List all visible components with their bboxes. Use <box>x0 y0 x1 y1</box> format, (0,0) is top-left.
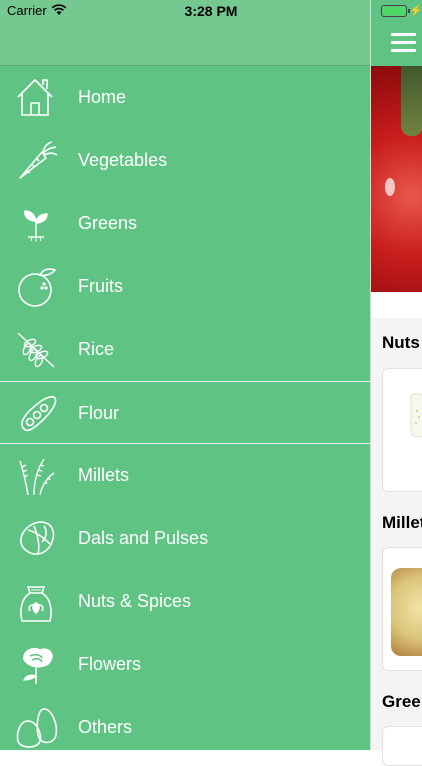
drawer-menu: Home Vegetables Greens Fruits Rice Flour… <box>0 66 370 759</box>
section-title: Millet <box>382 513 422 532</box>
millet-stalk-icon <box>14 453 60 499</box>
spice-sack-icon <box>14 579 60 625</box>
flour-product-image <box>410 393 422 438</box>
main-content: Nuts Millet Gree <box>370 0 422 766</box>
rose-icon <box>14 642 60 688</box>
hamburger-menu-icon[interactable] <box>391 33 416 53</box>
product-card[interactable] <box>382 547 422 671</box>
millet-product-image <box>391 568 422 656</box>
sprout-icon <box>14 201 60 247</box>
battery-icon <box>381 5 410 17</box>
section-title: Nuts <box>382 333 420 352</box>
status-time: 3:28 PM <box>184 3 238 19</box>
menu-item-label: Rice <box>78 339 115 359</box>
menu-item-flour[interactable]: Flour <box>0 381 370 444</box>
menu-item-label: Flour <box>78 403 120 423</box>
banner-image[interactable] <box>371 66 422 292</box>
menu-item-flowers[interactable]: Flowers <box>0 633 370 696</box>
menu-item-label: Others <box>78 717 133 737</box>
home-icon <box>14 75 60 121</box>
menu-item-fruits[interactable]: Fruits <box>0 255 370 318</box>
menu-item-label: Vegetables <box>78 150 168 170</box>
carrot-icon <box>14 138 60 184</box>
orange-icon <box>14 264 60 310</box>
menu-item-label: Dals and Pulses <box>78 528 209 548</box>
charging-icon: ⚡ <box>409 5 422 17</box>
menu-item-label: Fruits <box>78 276 123 296</box>
menu-item-label: Millets <box>78 465 130 485</box>
rice-grain-icon <box>14 327 60 373</box>
status-bar: Carrier 3:28 PM ⚡ <box>0 0 422 22</box>
menu-item-label: Greens <box>78 213 138 233</box>
menu-item-greens[interactable]: Greens <box>0 192 370 255</box>
menu-item-vegetables[interactable]: Vegetables <box>0 129 370 192</box>
product-card[interactable] <box>382 368 422 492</box>
pea-pod-icon <box>14 391 60 437</box>
menu-item-label: Home <box>78 87 127 107</box>
product-card[interactable] <box>382 726 422 766</box>
hazelnut-icon <box>14 516 60 562</box>
banner-footer <box>371 292 422 318</box>
menu-item-dals-and-pulses[interactable]: Dals and Pulses <box>0 507 370 570</box>
side-drawer: Home Vegetables Greens Fruits Rice Flour… <box>0 0 370 750</box>
menu-item-label: Flowers <box>78 654 142 674</box>
menu-item-label: Nuts & Spices <box>78 591 192 611</box>
eggs-icon <box>14 705 60 751</box>
menu-item-millets[interactable]: Millets <box>0 444 370 507</box>
menu-item-rice[interactable]: Rice <box>0 318 370 381</box>
menu-item-home[interactable]: Home <box>0 66 370 129</box>
menu-item-nuts-and-spices[interactable]: Nuts & Spices <box>0 570 370 633</box>
section-title: Gree <box>382 692 421 711</box>
